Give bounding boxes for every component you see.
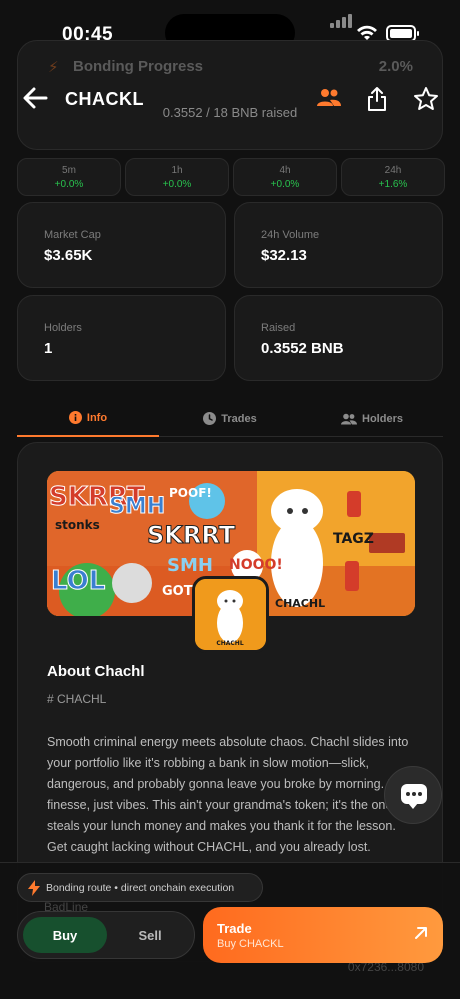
tab-holders[interactable]: Holders [301,400,443,437]
buy-sell-toggle: Buy Sell [17,911,195,959]
graffiti-text: POOF! [169,486,212,500]
back-arrow-icon[interactable] [22,86,48,110]
users-icon [341,413,358,424]
stat-value: $32.13 [261,247,307,264]
timeframe-24h: 24h +1.6% [341,158,445,196]
timeframe-5m: 5m +0.0% [17,158,121,196]
graffiti-text: SKRRT [147,521,236,549]
timeframe-label: 24h [384,165,402,176]
timeframe-change: +0.0% [270,179,300,190]
stat-value: $3.65K [44,247,93,264]
graffiti-text: TAGZ [333,531,374,547]
stat-24h-volume: 24h Volume $32.13 [234,202,443,288]
about-hashtag: # CHACHL [47,692,107,706]
graffiti-text: stonks [55,518,100,532]
stat-raised: Raised 0.3552 BNB [234,295,443,381]
trade-button-subtitle: Buy CHACKL [217,938,284,950]
lightning-icon: ⚡ [48,59,59,76]
star-icon[interactable] [413,86,439,112]
timeframe-change: +0.0% [54,179,84,190]
trade-button[interactable]: Trade Buy CHACKL [203,907,443,963]
stat-value: 0.3552 BNB [261,340,344,357]
graffiti-text: LOL [51,566,105,596]
lightning-icon [28,880,40,896]
bonding-progress-percent: 2.0% [378,58,413,75]
graffiti-text: CHACHL [275,597,325,610]
token-title: CHACKL [65,89,144,109]
info-icon [68,411,82,424]
clock-icon [203,412,217,425]
timeframe-change: +0.0% [162,179,192,190]
tab-label: Holders [362,412,403,425]
tab-trades[interactable]: Trades [159,400,301,437]
token-avatar: CHACHL [192,576,269,653]
timeframe-1h: 1h +0.0% [125,158,229,196]
arrow-up-right-icon [415,927,427,939]
timeframe-label: 1h [171,165,183,176]
community-users-icon[interactable] [316,86,342,110]
chat-button[interactable] [384,766,442,824]
route-text: Bonding route • direct onchain execution [46,881,235,894]
share-icon[interactable] [366,86,388,112]
cat-mascot-image: CHACHL [195,579,266,650]
about-description: Smooth criminal energy meets absolute ch… [47,735,417,854]
stat-label: Raised [261,322,296,334]
token-header: CHACKL [0,80,460,120]
tab-label: Trades [221,412,257,425]
graffiti-text: SMH [167,555,213,576]
bonding-progress-label: Bonding Progress [73,58,204,75]
timeframe-change: +1.6% [378,179,408,190]
avatar-caption: CHACHL [216,640,243,647]
stat-label: Holders [44,322,82,334]
stat-market-cap: Market Cap $3.65K [17,202,226,288]
chat-bubble-icon [401,784,427,809]
timeframe-label: 5m [62,165,76,176]
stat-label: 24h Volume [261,229,320,241]
timeframe-4h: 4h +0.0% [233,158,337,196]
graffiti-text: NOOO! [229,557,283,573]
timeframe-label: 4h [279,165,291,176]
about-title: About Chachl [47,663,145,680]
detail-tabs: Info Trades Holders [17,400,443,437]
stat-value: 1 [44,340,53,357]
tab-info[interactable]: Info [17,400,159,437]
tab-label: Info [86,411,108,424]
graffiti-text: SMH [109,494,165,519]
stat-label: Market Cap [44,229,101,241]
trade-button-title: Trade [217,921,252,936]
route-info-pill: Bonding route • direct onchain execution [17,873,263,902]
stat-holders: Holders 1 [17,295,226,381]
buy-toggle-button[interactable]: Buy [23,917,107,953]
sell-toggle-button[interactable]: Sell [108,917,192,953]
